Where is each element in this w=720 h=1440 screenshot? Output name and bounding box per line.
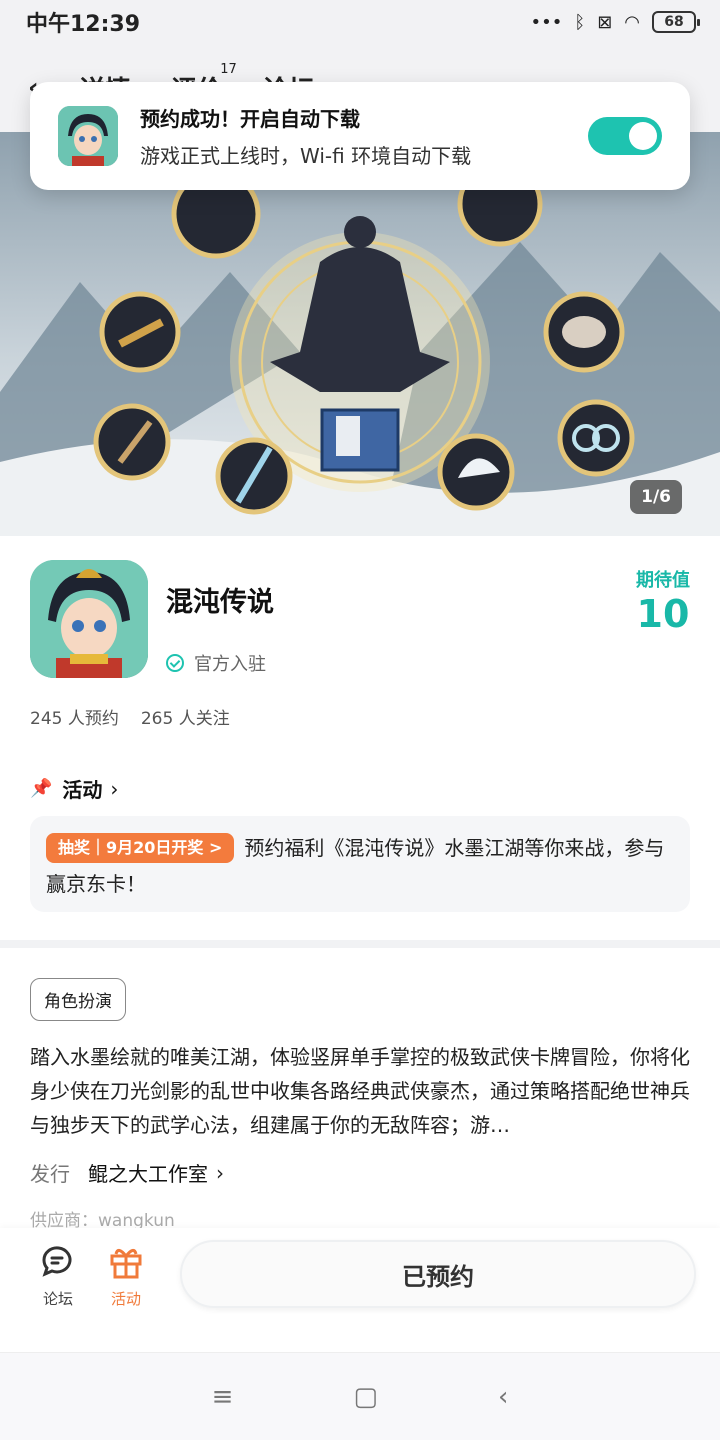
forum-icon <box>28 1242 88 1282</box>
toggle-knob <box>629 122 657 150</box>
expectation-score: 期待值 10 <box>636 566 690 636</box>
publisher-name: 鲲之大工作室 <box>88 1162 208 1186</box>
publisher-label: 发行 <box>30 1162 70 1186</box>
game-info-section: 混沌传说 官方入驻 期待值 10 245 人预约 265 人关注 📌 活动 › … <box>0 536 720 940</box>
genre-tag[interactable]: 角色扮演 <box>30 978 126 1021</box>
lottery-tag: 抽奖｜9月20日开奖 > <box>46 833 235 863</box>
section-divider <box>0 940 720 948</box>
review-count: 17 <box>220 61 237 77</box>
banner-page-indicator: 1/6 <box>630 480 682 514</box>
banner-image[interactable]: 1/6 <box>0 132 720 536</box>
publisher-row[interactable]: 发行 鲲之大工作室 › <box>30 1158 224 1187</box>
gift-icon <box>96 1242 156 1282</box>
system-nav-bar: ≡ ▢ ‹ <box>0 1352 720 1440</box>
activity-label: 活动 <box>110 1290 141 1308</box>
more-dots-icon: ••• <box>530 11 563 33</box>
activity-button[interactable]: 活动 <box>96 1242 156 1309</box>
activity-title: 活动 <box>62 778 103 802</box>
bluetooth-icon: ᛒ <box>574 11 586 33</box>
reserved-button[interactable]: 已预约 <box>180 1240 696 1308</box>
toast-subtitle: 游戏正式上线时，Wi-fi 环境自动下载 <box>140 144 472 168</box>
bottom-action-bar: 论坛 活动 已预约 <box>0 1228 720 1352</box>
battery-icon: 68 <box>652 11 700 33</box>
description-text[interactable]: 踏入水墨绘就的唯美江湖，体验竖屏单手掌控的极致武侠卡牌冒险，你将化身少侠在刀光剑… <box>30 1040 690 1142</box>
follow-count: 265 人关注 <box>140 709 230 729</box>
toast-title: 预约成功！开启自动下载 <box>140 107 360 131</box>
back-icon[interactable]: ‹ <box>498 1382 508 1412</box>
chevron-right-icon: › <box>216 1160 224 1185</box>
expect-value: 10 <box>636 592 690 636</box>
app-page: 中午12:39 ••• ᛒ ⊠ ◠ 68 ‹ 详情 评价17 论坛 预 <box>0 0 720 1440</box>
game-stats: 245 人预约 265 人关注 <box>30 704 230 729</box>
activity-card[interactable]: 抽奖｜9月20日开奖 > 预约福利《混沌传说》水墨江湖等你来战，参与赢京东卡！ <box>30 816 690 912</box>
pin-icon: 📌 <box>30 778 53 799</box>
status-bar: 中午12:39 ••• ᛒ ⊠ ◠ 68 <box>0 0 720 44</box>
description-section: 角色扮演 踏入水墨绘就的唯美江湖，体验竖屏单手掌控的极致武侠卡牌冒险，你将化身少… <box>0 948 720 1228</box>
toast-game-icon <box>58 106 118 166</box>
expect-label: 期待值 <box>636 570 690 591</box>
forum-button[interactable]: 论坛 <box>28 1242 88 1309</box>
banner-artwork <box>0 161 720 536</box>
supplier-text: 供应商：wangkun <box>30 1211 175 1228</box>
toast-text: 预约成功！开启自动下载 游戏正式上线时，Wi-fi 环境自动下载 <box>140 103 588 169</box>
home-icon[interactable]: ▢ <box>353 1382 378 1412</box>
sim-icon: ⊠ <box>597 11 613 33</box>
wifi-icon: ◠ <box>624 11 640 33</box>
official-verified: 官方入驻 <box>166 650 266 676</box>
verified-label: 官方入驻 <box>194 654 266 675</box>
activity-header[interactable]: 📌 活动 › <box>30 774 118 803</box>
status-time: 中午12:39 <box>26 12 141 37</box>
chevron-right-icon: › <box>110 776 119 801</box>
reservation-toast: 预约成功！开启自动下载 游戏正式上线时，Wi-fi 环境自动下载 <box>30 82 690 190</box>
battery-level: 68 <box>664 14 684 30</box>
game-icon <box>30 560 148 678</box>
status-icons: ••• ᛒ ⊠ ◠ 68 <box>530 11 700 33</box>
game-name: 混沌传说 <box>166 587 274 618</box>
reservation-count: 245 人预约 <box>30 709 119 729</box>
auto-download-toggle[interactable] <box>588 117 662 155</box>
menu-icon[interactable]: ≡ <box>212 1382 234 1412</box>
forum-label: 论坛 <box>42 1290 73 1308</box>
check-circle-icon <box>166 654 184 672</box>
